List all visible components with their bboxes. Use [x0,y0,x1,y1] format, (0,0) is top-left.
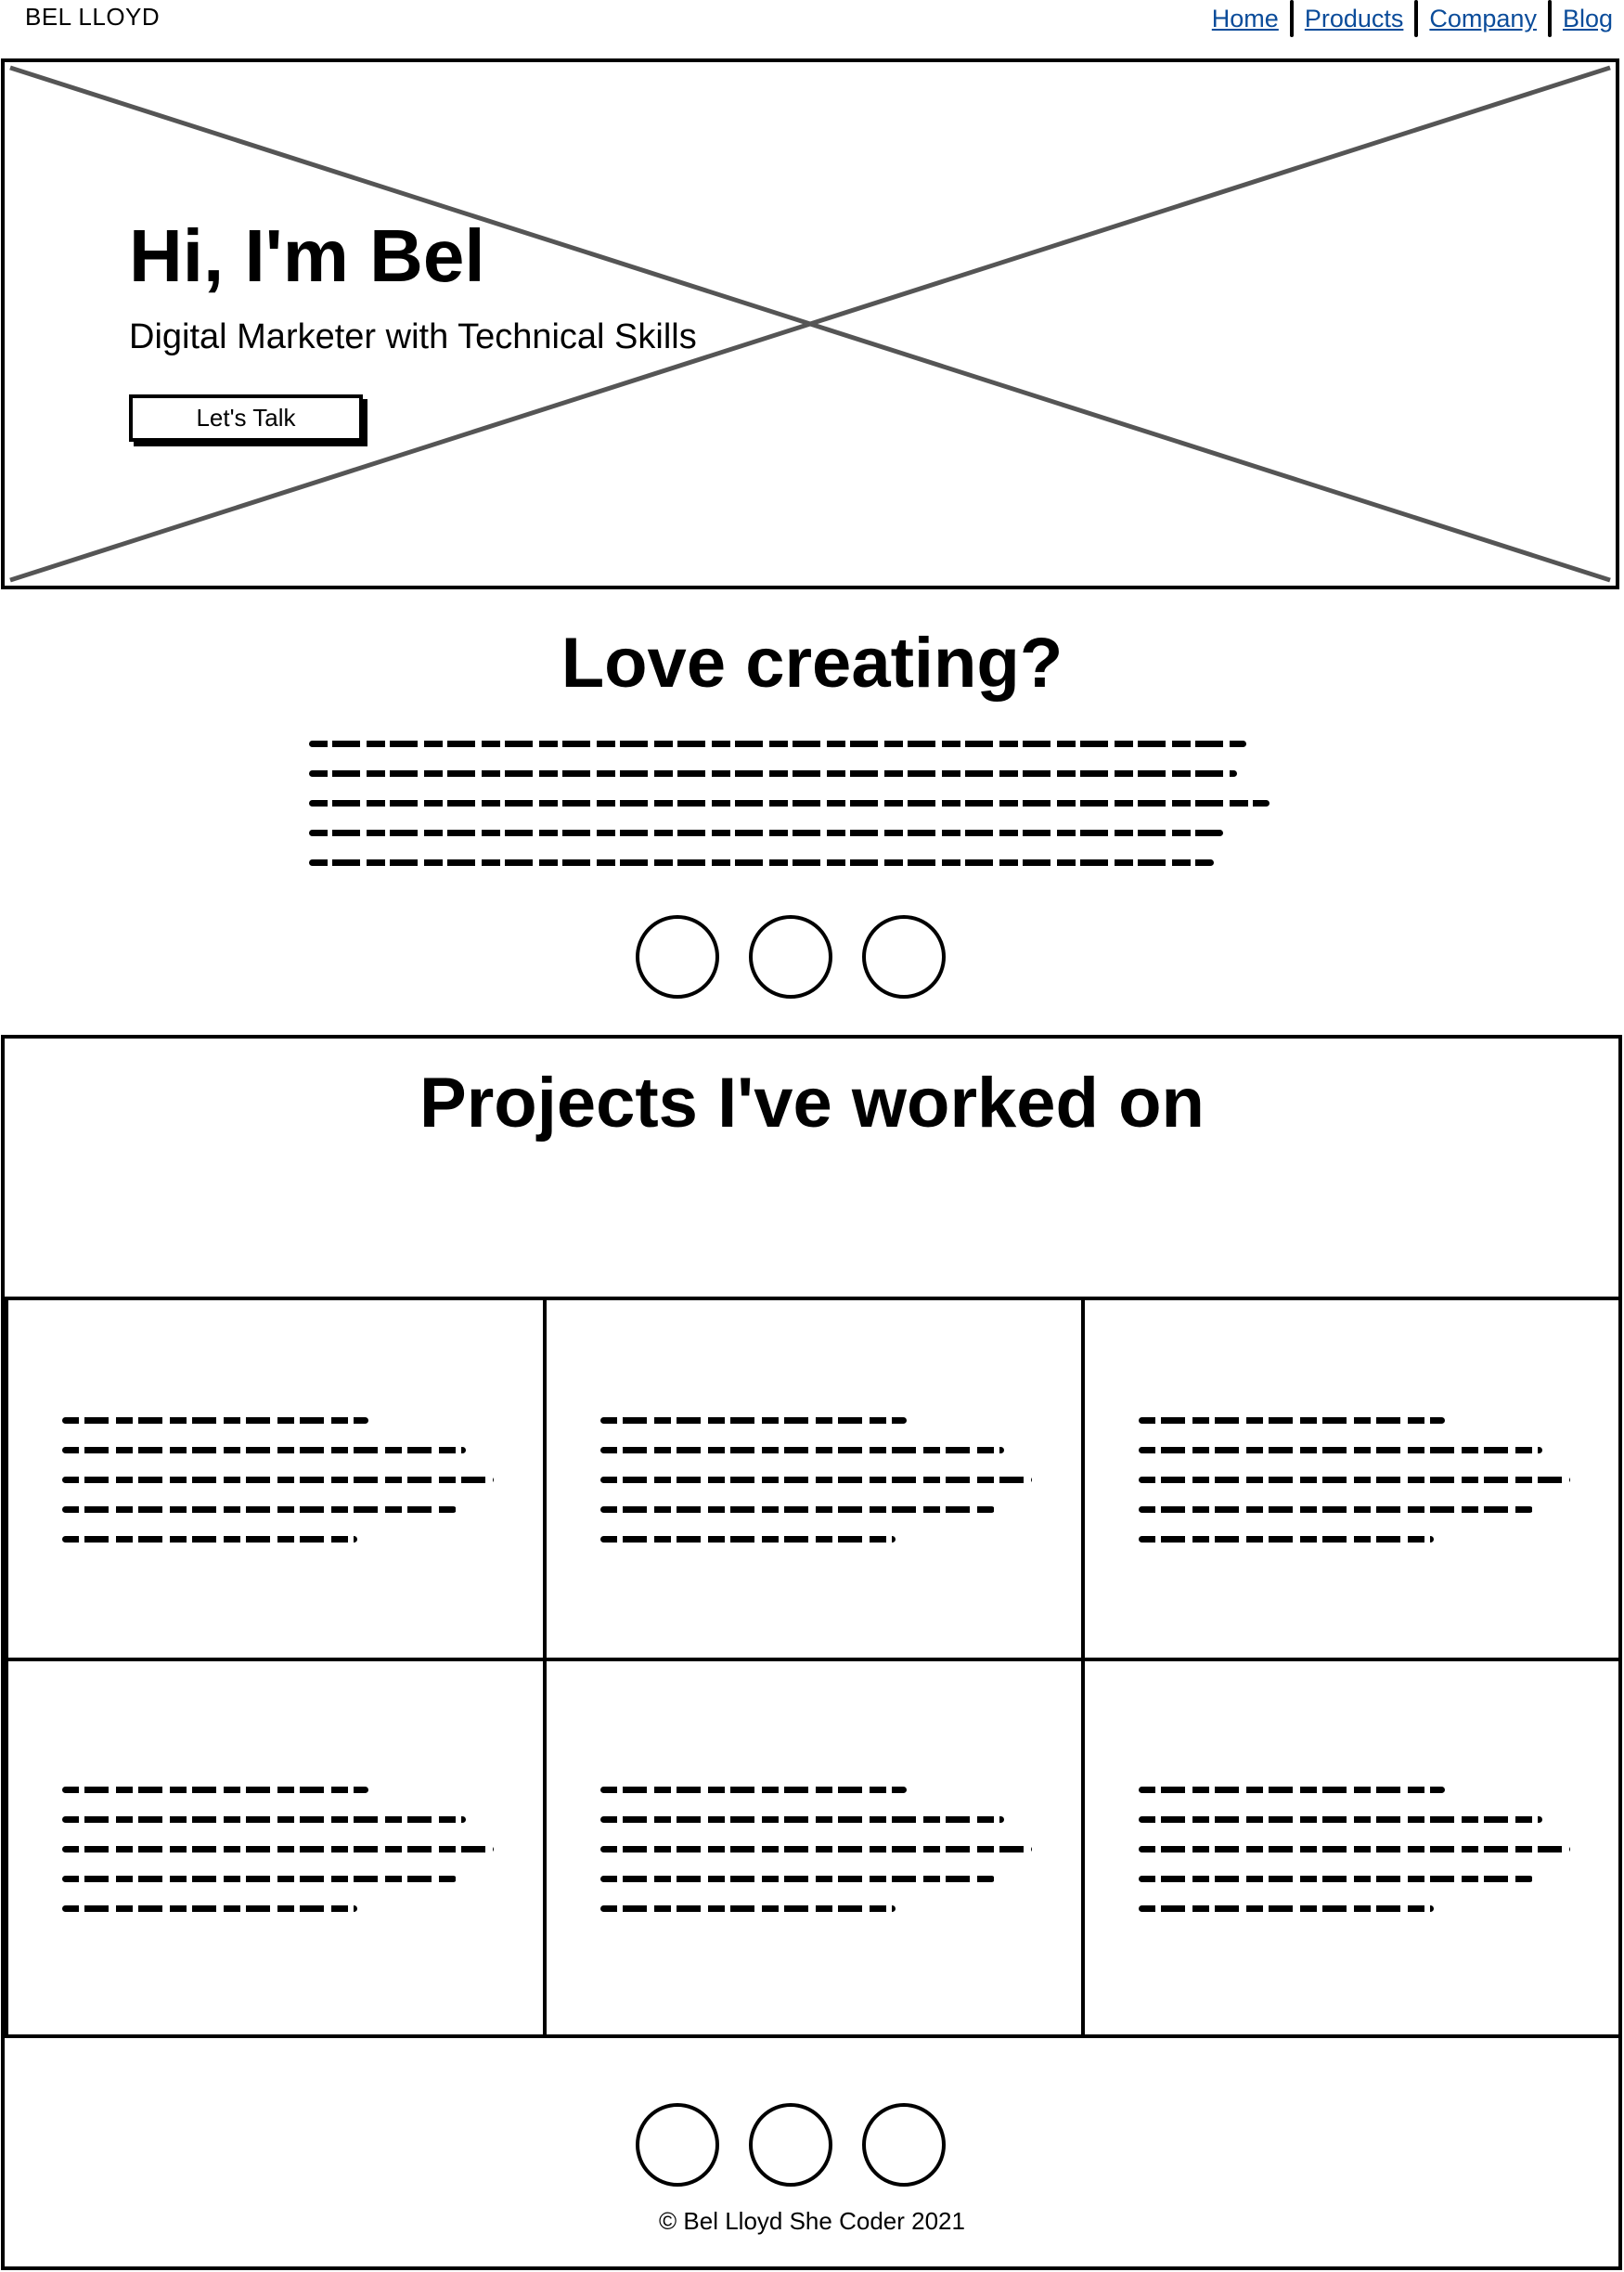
projects-section [1,1035,1622,2270]
social-icon[interactable] [636,2103,719,2187]
project-card[interactable] [5,1658,548,2038]
top-nav: Home Products Company Blog [1201,0,1624,37]
nav-link-products[interactable]: Products [1294,5,1415,33]
social-icon[interactable] [749,2103,832,2187]
nav-link-company[interactable]: Company [1418,5,1548,33]
about-heading: Love creating? [561,624,1063,703]
text-scribble [62,1417,494,1566]
nav-link-blog[interactable]: Blog [1552,5,1624,33]
text-scribble [62,1787,494,1935]
projects-heading: Projects I've worked on [419,1064,1205,1142]
project-card[interactable] [543,1658,1086,2038]
project-card[interactable] [1081,1297,1622,1661]
social-icon[interactable] [636,915,719,999]
hero-title: Hi, I'm Bel [129,214,485,297]
brand-logo[interactable]: BEL LLOYD [25,0,160,33]
text-scribble [600,1417,1032,1566]
text-scribble [1139,1417,1570,1566]
about-paragraph-scribble [309,741,1274,889]
project-card[interactable] [5,1297,548,1661]
project-card[interactable] [543,1297,1086,1661]
footer-copyright: © Bel Lloyd She Coder 2021 [659,2207,965,2235]
project-card[interactable] [1081,1658,1622,2038]
social-icon[interactable] [862,915,946,999]
hero-subtitle: Digital Marketer with Technical Skills [129,317,697,356]
social-icon[interactable] [749,915,832,999]
lets-talk-button[interactable]: Let's Talk [129,394,363,442]
text-scribble [1139,1787,1570,1935]
social-icon[interactable] [862,2103,946,2187]
text-scribble [600,1787,1032,1935]
nav-link-home[interactable]: Home [1201,5,1290,33]
